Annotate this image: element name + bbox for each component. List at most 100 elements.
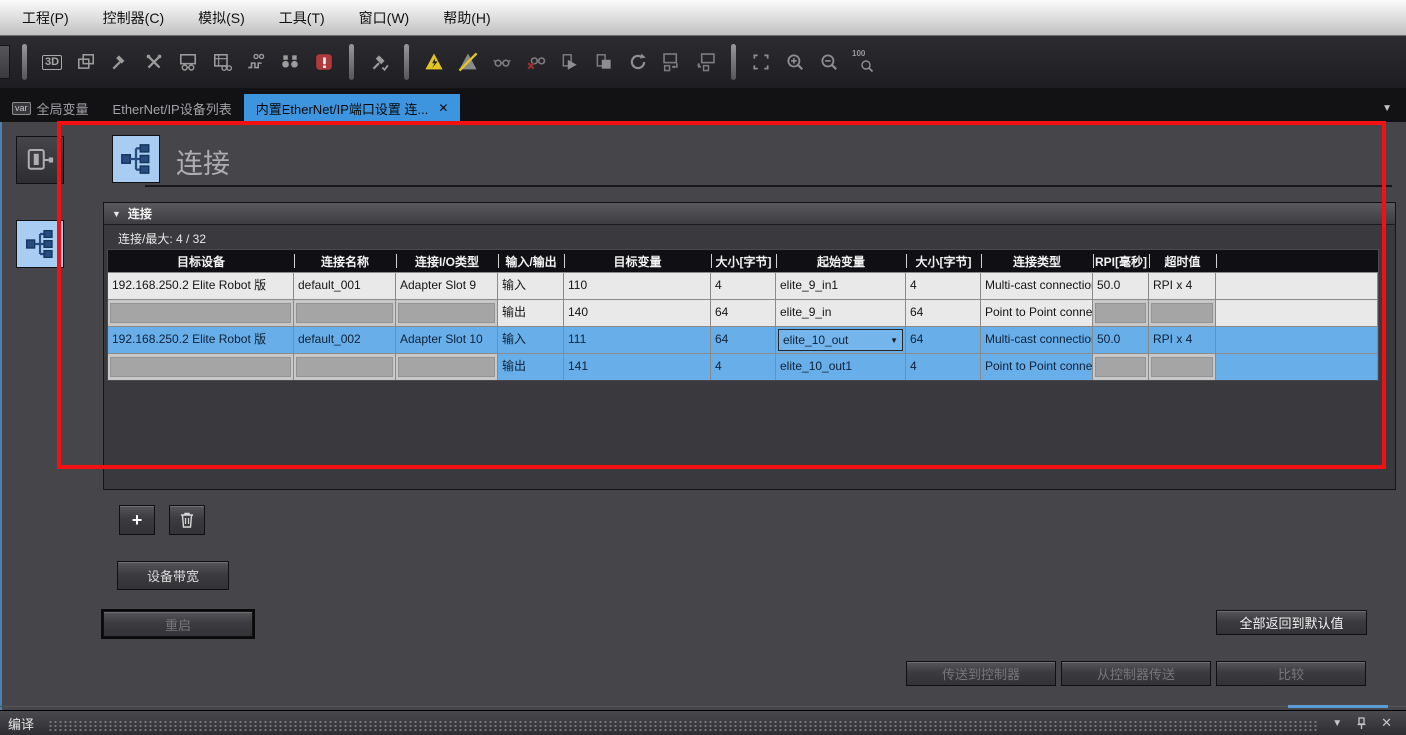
table-cell[interactable]: default_001 — [294, 272, 396, 299]
tab-global-variables[interactable]: var 全局变量 — [0, 94, 101, 122]
table-cell[interactable]: 4 — [711, 272, 776, 299]
transfer-to-controller-button[interactable]: 传送到控制器 — [906, 661, 1056, 686]
delete-connection-button[interactable] — [169, 505, 205, 535]
table-cell[interactable]: 4 — [906, 353, 981, 380]
restore-defaults-button[interactable]: 全部返回到默认值 — [1216, 610, 1367, 635]
column-header[interactable]: 连接类型 — [981, 250, 1093, 272]
column-header[interactable]: 大小[字节] — [906, 250, 981, 272]
menu-tools[interactable]: 工具(T) — [279, 8, 325, 28]
simulation-warning-on-icon[interactable] — [417, 45, 451, 79]
column-header[interactable]: 目标设备 — [108, 250, 294, 272]
tab-list-dropdown-icon[interactable]: ▼ — [1382, 103, 1392, 114]
sync-icon[interactable] — [621, 45, 655, 79]
table-cell[interactable]: Multi-cast connection — [981, 272, 1093, 299]
table-cell[interactable]: 140 — [564, 299, 711, 326]
table-cell[interactable]: elite_9_in — [776, 299, 906, 326]
panel-grip-texture[interactable] — [48, 720, 1318, 732]
table-cell[interactable]: 输入 — [498, 326, 564, 353]
table-cell[interactable]: Point to Point connection — [981, 353, 1093, 380]
table-cell[interactable]: Multi-cast connection — [981, 326, 1093, 353]
table-cell[interactable]: Adapter Slot 10 — [396, 326, 498, 353]
table-cell[interactable] — [1093, 353, 1149, 380]
sidebar-item-connections[interactable] — [16, 220, 64, 268]
table-cell[interactable]: RPI x 4 — [1149, 326, 1216, 353]
build-icon[interactable] — [103, 45, 137, 79]
table-cell[interactable] — [396, 299, 498, 326]
dropdown-arrow-icon[interactable]: ▼ — [890, 328, 898, 353]
table-cell[interactable]: 64 — [711, 326, 776, 353]
simulation-warning-off-icon[interactable] — [451, 45, 485, 79]
table-cell[interactable]: 192.168.250.2 Elite Robot 版 — [108, 326, 294, 353]
cascade-windows-icon[interactable] — [69, 45, 103, 79]
table-cell[interactable]: Adapter Slot 9 — [396, 272, 498, 299]
table-cell[interactable] — [108, 299, 294, 326]
column-header[interactable]: 起始变量 — [776, 250, 906, 272]
column-header[interactable]: 超时值 — [1149, 250, 1216, 272]
add-connection-button[interactable]: + — [119, 505, 155, 535]
tab-close-icon[interactable]: ✕ — [438, 101, 448, 115]
table-cell[interactable]: 输入 — [498, 272, 564, 299]
table-cell[interactable] — [1216, 326, 1378, 353]
upload-from-controller-icon[interactable] — [689, 45, 723, 79]
table-cell[interactable]: 111 — [564, 326, 711, 353]
table-cell[interactable]: 141 — [564, 353, 711, 380]
table-cell[interactable]: Point to Point connection — [981, 299, 1093, 326]
table-cell[interactable] — [1149, 299, 1216, 326]
table-cell[interactable]: 4 — [906, 272, 981, 299]
table-cell[interactable]: 64 — [906, 326, 981, 353]
monitor-stop-icon[interactable] — [519, 45, 553, 79]
compare-button[interactable]: 比较 — [1216, 661, 1366, 686]
search-icon[interactable] — [273, 45, 307, 79]
table-cell[interactable]: elite_10_out▼ — [776, 326, 906, 353]
error-list-icon[interactable] — [307, 45, 341, 79]
zoom-100-icon[interactable]: 100 — [846, 45, 880, 79]
menu-window[interactable]: 窗口(W) — [359, 8, 410, 28]
column-header[interactable]: 连接名称 — [294, 250, 396, 272]
transfer-from-controller-button[interactable]: 从控制器传送 — [1061, 661, 1211, 686]
pin-icon[interactable] — [1356, 717, 1367, 730]
table-cell[interactable]: RPI x 4 — [1149, 272, 1216, 299]
column-header[interactable]: 输入/输出 — [498, 250, 564, 272]
table-cell[interactable]: default_002 — [294, 326, 396, 353]
table-cell[interactable] — [294, 299, 396, 326]
table-cell[interactable]: 64 — [906, 299, 981, 326]
menu-controller[interactable]: 控制器(C) — [103, 8, 164, 28]
watch-window-icon[interactable] — [171, 45, 205, 79]
table-cell[interactable]: 4 — [711, 353, 776, 380]
zoom-in-icon[interactable] — [778, 45, 812, 79]
sidebar-item-port-settings[interactable] — [16, 136, 64, 184]
table-cell[interactable] — [294, 353, 396, 380]
table-cell[interactable] — [396, 353, 498, 380]
table-row[interactable]: 192.168.250.2 Elite Robot 版default_001Ad… — [108, 272, 1378, 299]
watch-table-icon[interactable] — [205, 45, 239, 79]
menu-help[interactable]: 帮助(H) — [443, 8, 490, 28]
run-icon[interactable] — [553, 45, 587, 79]
copy-icon[interactable] — [587, 45, 621, 79]
table-cell[interactable]: 输出 — [498, 353, 564, 380]
table-row[interactable]: 输出14064elite_9_in64Point to Point connec… — [108, 299, 1378, 326]
menu-project[interactable]: 工程(P) — [22, 8, 69, 28]
restart-button[interactable]: 重启 — [103, 611, 253, 637]
monitor-icon[interactable] — [485, 45, 519, 79]
column-header[interactable]: 目标变量 — [564, 250, 711, 272]
section-header[interactable]: ▼ 连接 — [104, 203, 1395, 225]
table-cell[interactable] — [1216, 299, 1378, 326]
table-cell[interactable]: 64 — [711, 299, 776, 326]
table-cell[interactable] — [1216, 353, 1378, 380]
table-cell[interactable]: 输出 — [498, 299, 564, 326]
column-header[interactable]: RPI[毫秒] — [1093, 250, 1149, 272]
table-row[interactable]: 192.168.250.2 Elite Robot 版default_002Ad… — [108, 326, 1378, 353]
3d-view-icon[interactable]: 3D — [35, 45, 69, 79]
panel-dropdown-icon[interactable]: ▼ — [1332, 718, 1342, 729]
table-row[interactable]: 输出1414elite_10_out14Point to Point conne… — [108, 353, 1378, 380]
table-cell[interactable]: 50.0 — [1093, 272, 1149, 299]
zoom-out-icon[interactable] — [812, 45, 846, 79]
panel-close-icon[interactable]: ✕ — [1381, 715, 1392, 731]
table-cell[interactable]: 110 — [564, 272, 711, 299]
table-cell[interactable]: 192.168.250.2 Elite Robot 版 — [108, 272, 294, 299]
table-cell[interactable] — [1149, 353, 1216, 380]
tab-builtin-ethernet-ip-port-settings[interactable]: 内置EtherNet/IP端口设置 连... ✕ — [244, 94, 461, 122]
table-cell[interactable]: elite_9_in1 — [776, 272, 906, 299]
column-header[interactable]: 连接I/O类型 — [396, 250, 498, 272]
table-cell[interactable] — [1093, 299, 1149, 326]
